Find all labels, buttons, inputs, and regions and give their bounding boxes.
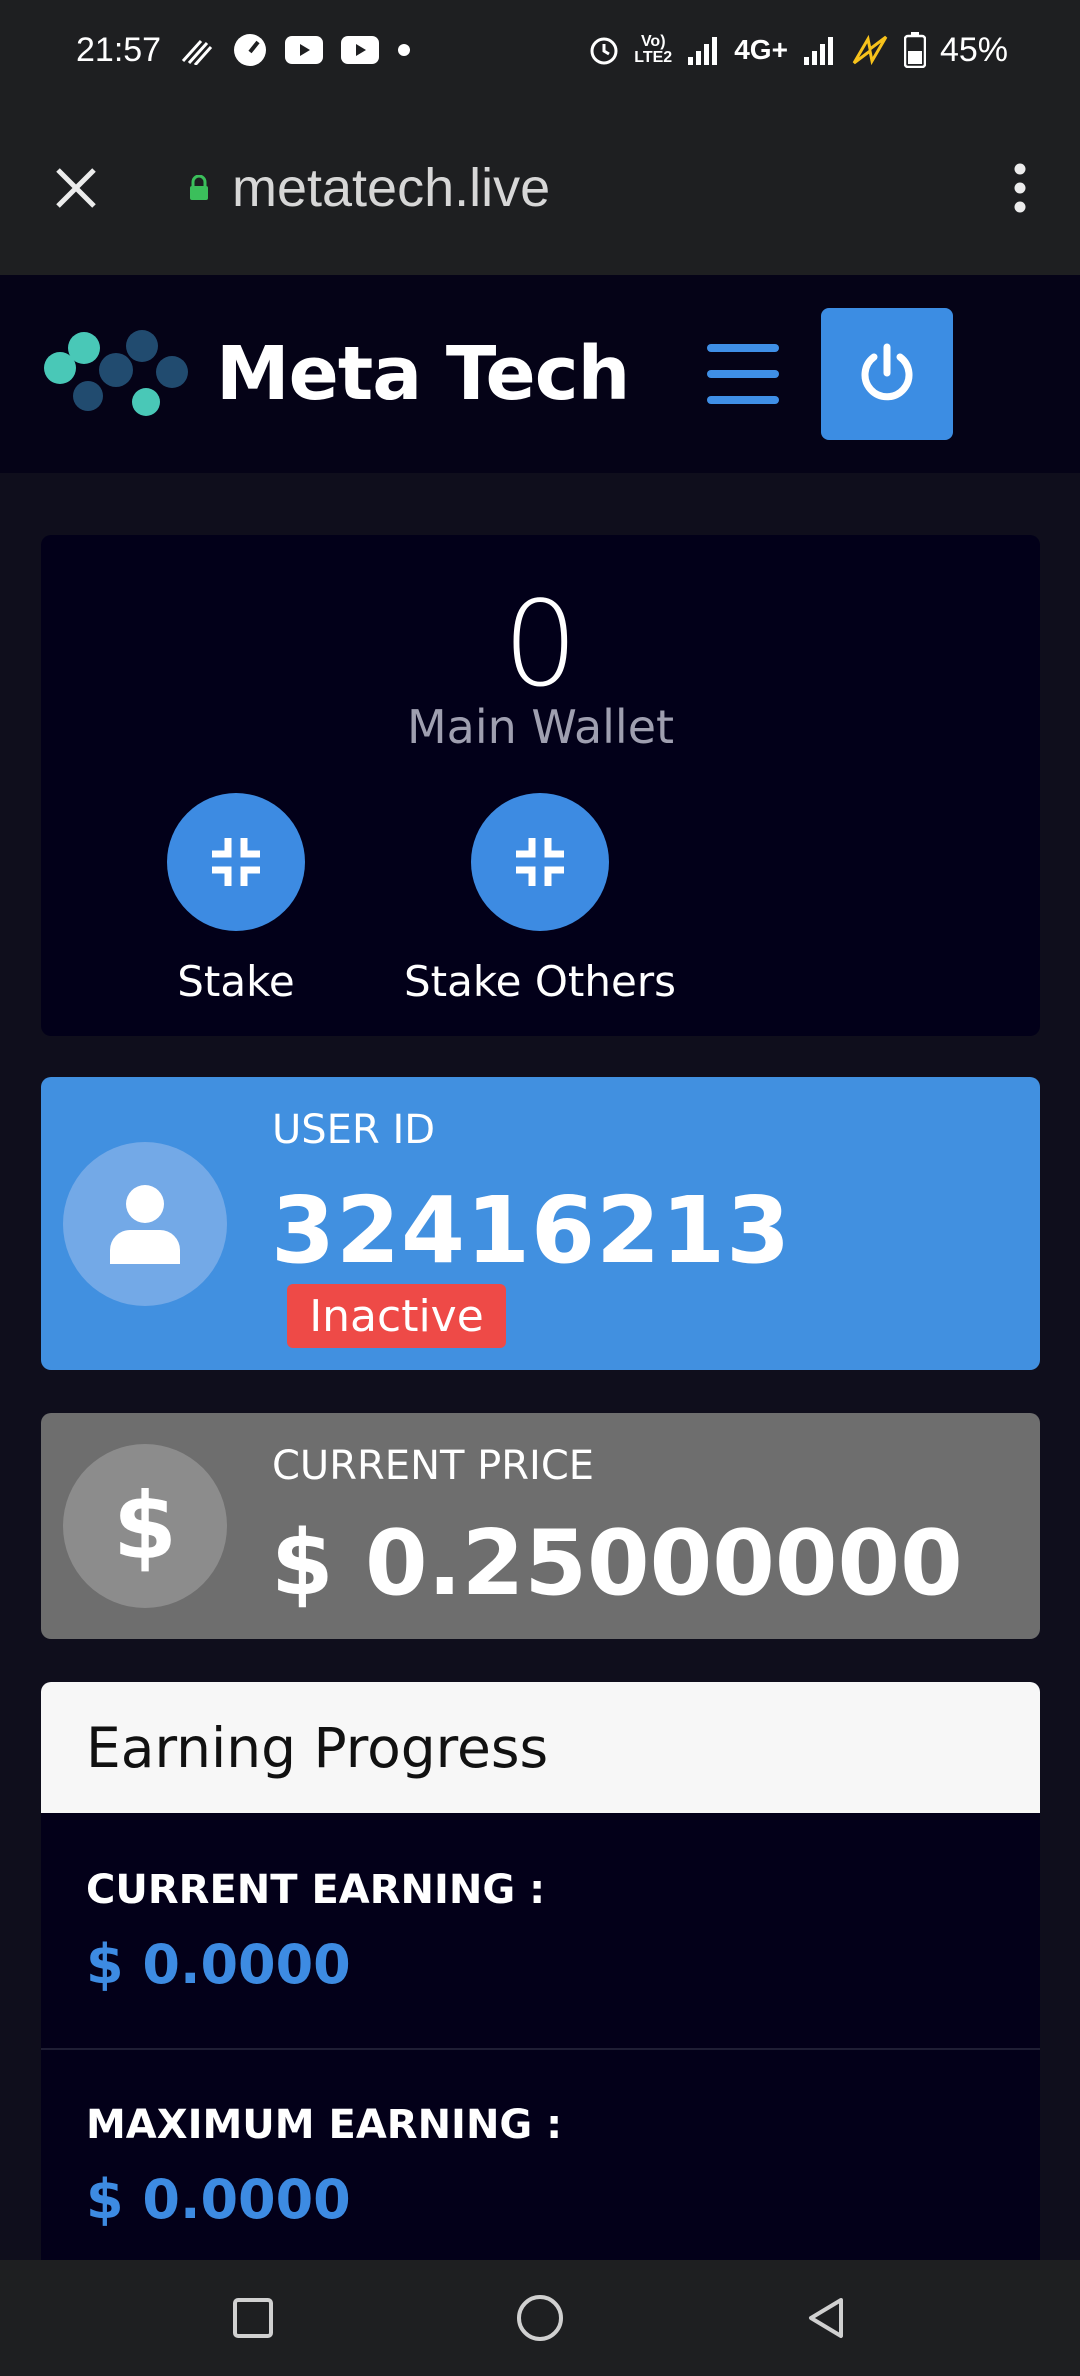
hamburger-line	[707, 344, 780, 352]
dollar-icon: $	[63, 1444, 227, 1608]
current-price-value: $ 0.25000000	[271, 1511, 963, 1616]
battery-icon	[903, 32, 926, 68]
brand-name: Meta Tech	[216, 331, 630, 417]
user-id-value: 32416213	[271, 1177, 792, 1284]
stake-action[interactable]: Stake	[86, 793, 386, 1006]
status-badge: Inactive	[287, 1284, 506, 1348]
stake-others-label: Stake Others	[403, 957, 676, 1006]
maximum-earning-value: $ 0.0000	[86, 2168, 351, 2231]
compress-icon	[212, 838, 260, 886]
current-earning-value: $ 0.0000	[86, 1933, 351, 1996]
signal-icon	[686, 35, 720, 65]
stake-label: Stake	[177, 957, 295, 1006]
divider	[41, 2048, 1040, 2050]
current-earning-label: CURRENT EARNING :	[86, 1867, 546, 1913]
wallet-label: Main Wallet	[406, 700, 675, 754]
status-right: Vo) LTE2 4G+ 45%	[588, 31, 1008, 70]
home-icon	[516, 2295, 563, 2341]
url-text[interactable]: metatech.live	[232, 157, 550, 219]
recents-button[interactable]	[208, 2273, 298, 2363]
more-vert-icon	[1014, 163, 1026, 212]
stake-others-button[interactable]	[471, 793, 609, 931]
status-left: 21:57	[76, 31, 411, 70]
volte-label: Vo) LTE2	[634, 33, 673, 66]
clock: 21:57	[76, 30, 162, 69]
avatar	[63, 1142, 227, 1306]
speedometer-icon	[233, 33, 267, 67]
user-id-card: USER ID 32416213 Inactive	[41, 1077, 1040, 1370]
stake-button[interactable]	[167, 793, 305, 931]
signal-icon-2	[802, 35, 836, 65]
maximum-earning-label: MAXIMUM EARNING :	[86, 2102, 563, 2148]
compress-icon	[516, 838, 564, 886]
earning-progress-card: Earning Progress CURRENT EARNING : $ 0.0…	[41, 1682, 1040, 2262]
network-type: 4G+	[734, 34, 788, 65]
wallet-balance: 0	[502, 575, 579, 713]
maximum-earning-row: MAXIMUM EARNING : $ 0.0000	[41, 2102, 1040, 2231]
user-id-label: USER ID	[272, 1107, 436, 1153]
youtube-icon-2	[341, 36, 380, 64]
main-wallet-card: 0 Main Wallet Stake Stake Others	[41, 535, 1040, 1036]
charging-icon	[850, 35, 890, 65]
home-button[interactable]	[495, 2273, 585, 2363]
lock-icon	[188, 174, 210, 201]
power-icon	[861, 343, 913, 401]
notification-dot-icon	[397, 43, 411, 57]
current-earning-row: CURRENT EARNING : $ 0.0000	[41, 1867, 1040, 1996]
back-button[interactable]	[782, 2273, 872, 2363]
hamburger-line	[707, 370, 780, 378]
alarm-icon	[588, 34, 620, 66]
close-button[interactable]	[36, 148, 116, 228]
logo-icon	[44, 330, 188, 416]
hamburger-line	[707, 396, 780, 404]
menu-button[interactable]	[1000, 148, 1040, 228]
current-price-card: $ CURRENT PRICE $ 0.25000000	[41, 1413, 1040, 1639]
earning-progress-title: Earning Progress	[41, 1682, 1040, 1813]
browser-bar: metatech.live	[0, 100, 1080, 275]
back-icon	[808, 2298, 843, 2338]
logout-button[interactable]	[821, 308, 954, 440]
stake-others-action[interactable]: Stake Others	[390, 793, 690, 1006]
youtube-icon	[285, 36, 324, 64]
close-icon	[56, 167, 96, 208]
battery-level: 45%	[939, 30, 1008, 69]
data-saver-icon	[179, 35, 215, 65]
system-nav-bar	[0, 2260, 1080, 2376]
site-header: Meta Tech	[0, 275, 1080, 473]
brand-logo[interactable]: Meta Tech	[38, 326, 630, 422]
recents-icon	[233, 2298, 274, 2338]
user-icon	[110, 1185, 180, 1264]
hamburger-menu-button[interactable]	[707, 344, 780, 404]
status-bar: 21:57 Vo) LTE2 4G+ 45%	[0, 0, 1080, 100]
current-price-label: CURRENT PRICE	[272, 1443, 595, 1489]
